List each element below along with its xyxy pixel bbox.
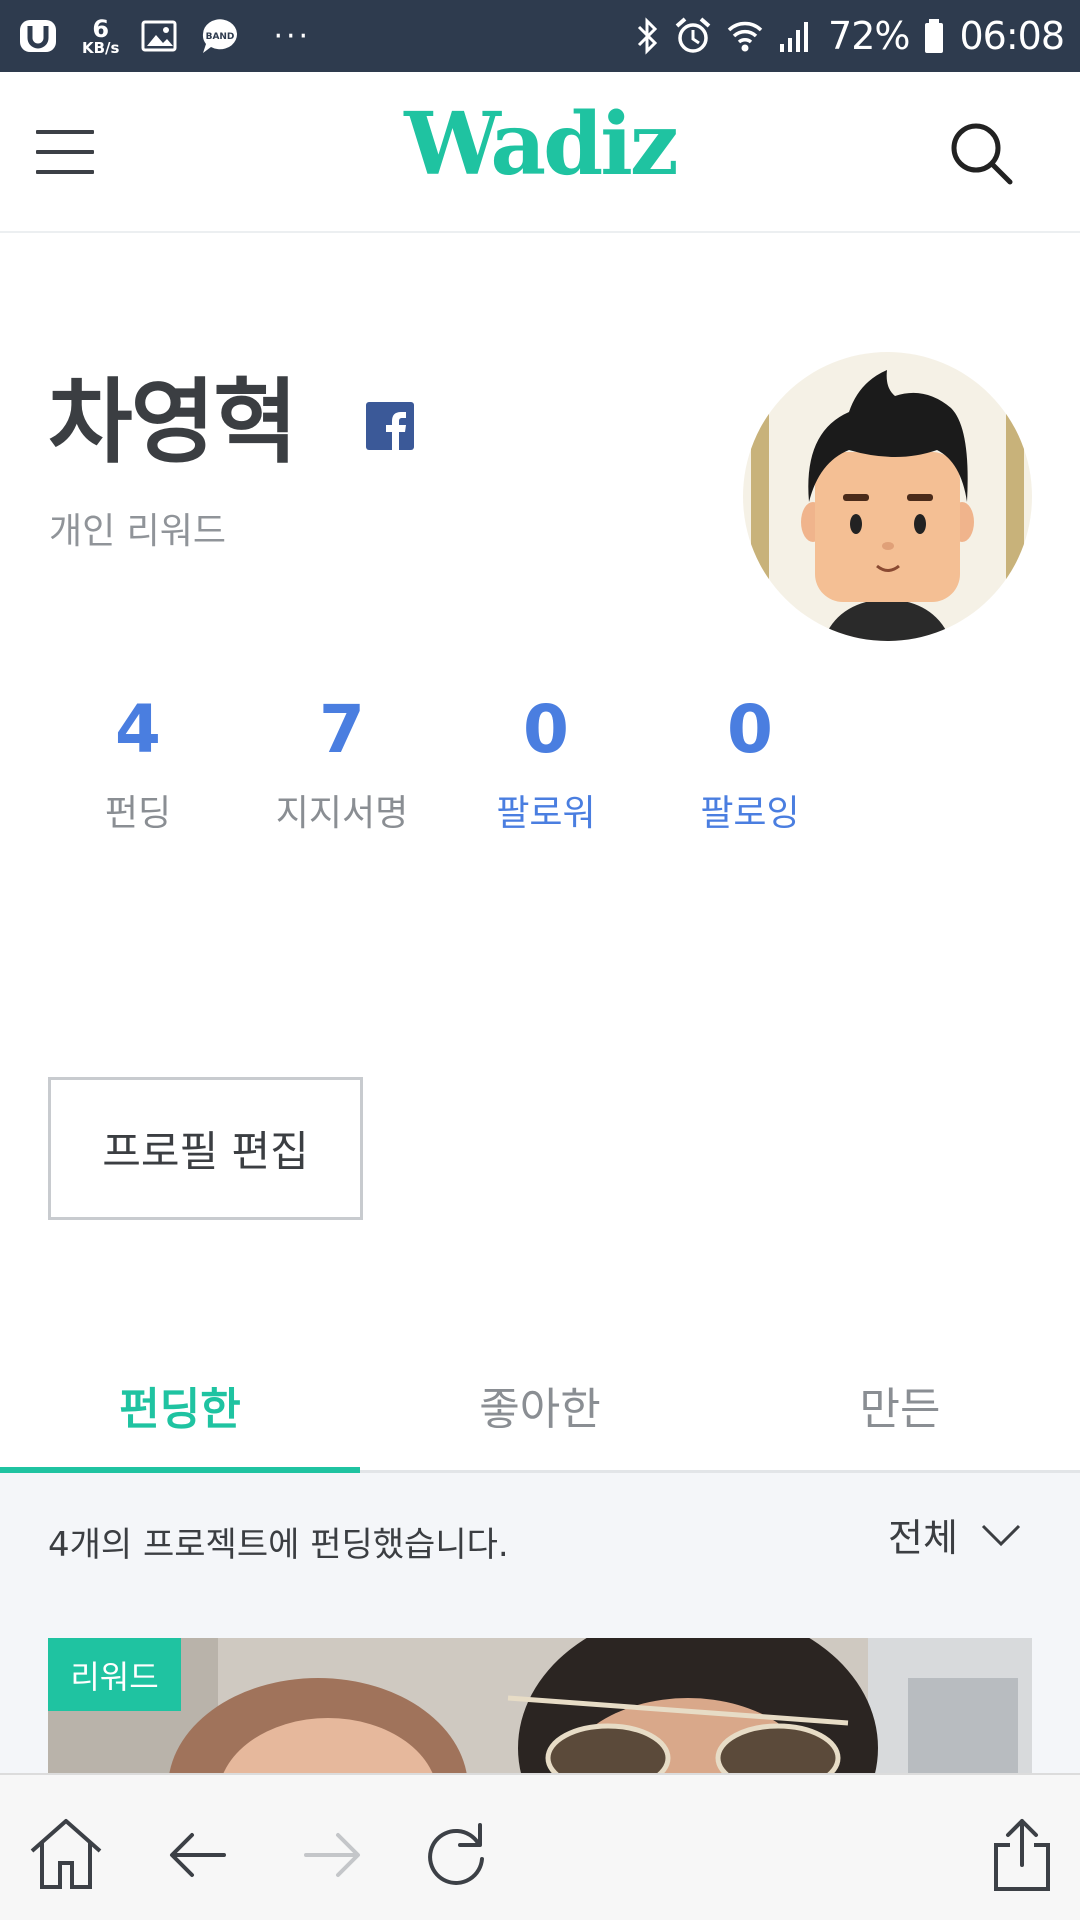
- arrow-left-icon: [170, 1833, 226, 1877]
- stat-followers-count: 0: [523, 691, 569, 768]
- stat-followers[interactable]: 0 팔로워: [446, 690, 646, 836]
- forward-button[interactable]: [290, 1815, 370, 1895]
- refresh-icon: [428, 1823, 484, 1885]
- network-speed: 6 KB/s: [82, 17, 119, 56]
- stat-followers-label: 팔로워: [496, 793, 596, 834]
- project-card[interactable]: 리워드: [48, 1638, 1032, 1778]
- gallery-icon: [141, 20, 177, 52]
- bluetooth-icon: [637, 17, 658, 55]
- svg-text:BAND: BAND: [206, 32, 235, 42]
- carrier-u-icon: [20, 20, 56, 52]
- filter-value: 전체: [888, 1516, 958, 1560]
- arrow-right-icon: [304, 1833, 360, 1877]
- search-icon: [951, 123, 1013, 185]
- wadiz-logo[interactable]: Wadiz: [0, 94, 1080, 195]
- stat-signatures[interactable]: 7 지지서명: [242, 690, 442, 836]
- status-right: 72% 06:08: [634, 14, 1065, 58]
- app-header: Wadiz: [0, 72, 1080, 233]
- stat-funding[interactable]: 4 펀딩: [38, 690, 238, 836]
- profile-name: 차영혁: [48, 369, 298, 476]
- band-icon: BAND: [203, 19, 238, 53]
- stat-signatures-count: 7: [319, 691, 365, 768]
- tab-liked[interactable]: 좋아한: [360, 1340, 720, 1470]
- browser-toolbar: [0, 1773, 1080, 1920]
- funded-projects-section: 4개의 프로젝트에 펀딩했습니다. 전체 리워드: [0, 1473, 1080, 1778]
- more-notifications: ···: [273, 18, 312, 54]
- wifi-icon: [727, 21, 763, 52]
- profile-tabs: 펀딩한 좋아한 만든: [0, 1340, 1080, 1473]
- reward-badge: 리워드: [48, 1638, 181, 1711]
- network-speed-unit: KB/s: [82, 38, 120, 57]
- network-speed-value: 6: [92, 14, 110, 43]
- filter-dropdown[interactable]: 전체: [888, 1507, 1022, 1562]
- alarm-icon: [675, 17, 711, 53]
- battery-icon: [925, 19, 944, 53]
- chevron-down-icon: [981, 1524, 1020, 1546]
- tab-funded[interactable]: 펀딩한: [0, 1340, 360, 1473]
- status-bar: 6 KB/s BAND ··· 72% 06:08: [0, 0, 1080, 72]
- stat-following-count: 0: [727, 691, 773, 768]
- share-icon: [994, 1819, 1050, 1891]
- stat-funding-label: 펀딩: [104, 793, 172, 834]
- project-thumbnail: [48, 1638, 1032, 1778]
- avatar[interactable]: [743, 352, 1032, 641]
- refresh-button[interactable]: [416, 1815, 496, 1895]
- facebook-icon: [366, 402, 414, 450]
- share-button[interactable]: [982, 1815, 1062, 1895]
- page: 6 KB/s BAND ··· 72% 06:08 Wadiz 차영혁 개인 리…: [0, 0, 1080, 1920]
- funded-summary: 4개의 프로젝트에 펀딩했습니다.: [48, 1525, 509, 1565]
- stat-funding-count: 4: [115, 691, 161, 768]
- signal-icon: [780, 22, 809, 52]
- home-icon: [30, 1819, 102, 1889]
- battery-percent: 72%: [828, 14, 910, 58]
- profile-subtitle: 개인 리워드: [49, 511, 227, 552]
- clock: 06:08: [959, 14, 1065, 58]
- status-left: 6 KB/s BAND ···: [18, 16, 311, 56]
- home-button[interactable]: [26, 1815, 106, 1895]
- stat-following-label: 팔로잉: [700, 793, 800, 834]
- search-button[interactable]: [946, 118, 1016, 188]
- stat-following[interactable]: 0 팔로잉: [650, 690, 850, 836]
- back-button[interactable]: [160, 1815, 240, 1895]
- tab-created[interactable]: 만든: [720, 1340, 1080, 1470]
- edit-profile-button[interactable]: 프로필 편집: [48, 1077, 363, 1220]
- profile-stats: 4 펀딩 7 지지서명 0 팔로워 0 팔로잉: [0, 690, 900, 840]
- stat-signatures-label: 지지서명: [275, 793, 409, 834]
